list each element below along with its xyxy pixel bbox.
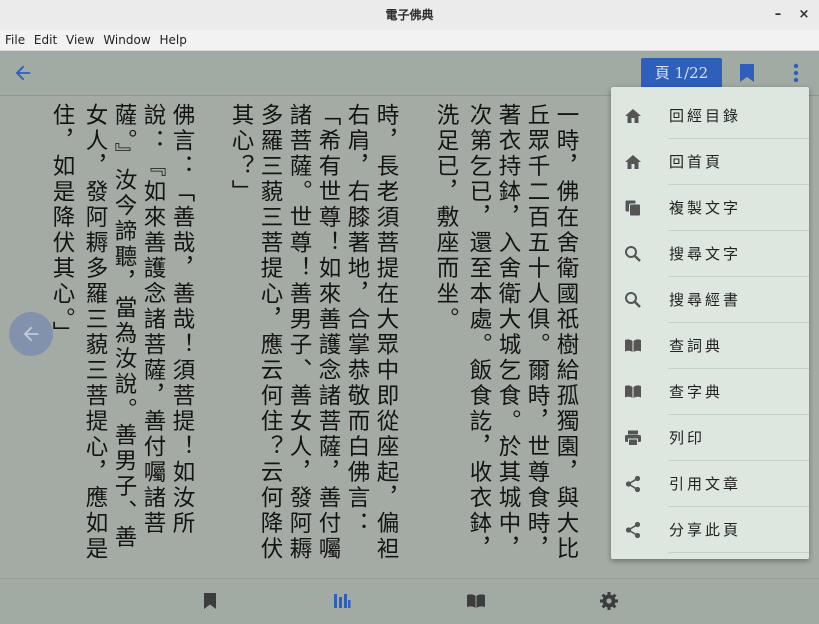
menu-item-character-dictionary[interactable]: 查字典 <box>611 369 809 415</box>
search-icon <box>625 292 641 308</box>
menu-item-label: 回經目錄 <box>669 107 742 125</box>
window-title: 電子佛典 <box>385 8 434 22</box>
menu-item-label: 複製文字 <box>669 199 742 217</box>
page-indicator-button[interactable]: 頁 1/22 <box>641 58 722 88</box>
text-column: 住，如是降伏其心。」 <box>49 103 75 347</box>
text-column: 女人，發阿耨多羅三藐三菩提心，應如是 <box>82 103 108 562</box>
menu-help[interactable]: Help <box>154 30 186 50</box>
settings-icon[interactable] <box>599 591 619 611</box>
home-icon <box>625 155 641 169</box>
share-icon <box>625 521 641 539</box>
overflow-menu: 回經目錄 回首頁 複製文字 搜尋文字 搜尋經書 查詞典 查字典 列印 引用文章 <box>611 87 809 559</box>
menu-window[interactable]: Window <box>98 30 150 50</box>
menu-item-label: 列印 <box>669 429 706 447</box>
menu-view[interactable]: View <box>61 30 94 50</box>
menu-item-home[interactable]: 回首頁 <box>611 139 809 185</box>
copy-icon <box>625 200 641 217</box>
menu-item-dictionary[interactable]: 查詞典 <box>611 323 809 369</box>
previous-page-button[interactable] <box>9 312 53 356</box>
menu-edit[interactable]: Edit <box>29 30 57 50</box>
menu-item-copy-text[interactable]: 複製文字 <box>611 185 809 231</box>
menu-item-label: 搜尋經書 <box>669 291 742 309</box>
book-icon <box>625 339 641 352</box>
menu-item-label: 引用文章 <box>669 475 742 493</box>
menu-item-cite-article[interactable]: 引用文章 <box>611 461 809 507</box>
more-vert-icon[interactable] <box>786 62 806 84</box>
divider <box>668 552 809 553</box>
library-icon[interactable] <box>332 591 352 611</box>
menu-item-print[interactable]: 列印 <box>611 415 809 461</box>
home-icon <box>625 109 641 123</box>
share-icon <box>625 475 641 493</box>
text-column: 次第乞已，還至本處。飯食訖，收衣鉢， <box>466 103 492 562</box>
menu-item-label: 回首頁 <box>669 153 724 171</box>
bookmark-icon[interactable] <box>200 591 220 611</box>
search-icon <box>625 246 641 262</box>
back-arrow-icon <box>23 326 39 342</box>
menu-bar: File Edit View Window Help <box>0 30 819 51</box>
minimize-button[interactable]: – <box>769 6 787 24</box>
menu-item-label: 查詞典 <box>669 337 724 355</box>
menu-file[interactable]: File <box>0 30 25 50</box>
back-arrow-icon[interactable] <box>12 62 34 84</box>
print-icon <box>625 430 641 446</box>
menu-item-label: 查字典 <box>669 383 724 401</box>
book-icon <box>625 385 641 398</box>
bookmark-icon[interactable] <box>738 63 756 83</box>
book-icon[interactable] <box>466 591 486 611</box>
menu-item-search-sutras[interactable]: 搜尋經書 <box>611 277 809 323</box>
bottom-navigation <box>0 578 819 624</box>
text-column: 洗足已，敷座而坐。 <box>433 103 459 333</box>
menu-item-sutra-index[interactable]: 回經目錄 <box>611 93 809 139</box>
text-column: 其心？」 <box>228 103 254 205</box>
menu-item-label: 搜尋文字 <box>669 245 742 263</box>
menu-item-search-text[interactable]: 搜尋文字 <box>611 231 809 277</box>
menu-item-share-page[interactable]: 分享此頁 <box>611 507 809 553</box>
close-button[interactable]: × <box>795 6 813 24</box>
menu-item-label: 分享此頁 <box>669 521 742 539</box>
title-bar: 電子佛典 – × <box>0 0 819 31</box>
